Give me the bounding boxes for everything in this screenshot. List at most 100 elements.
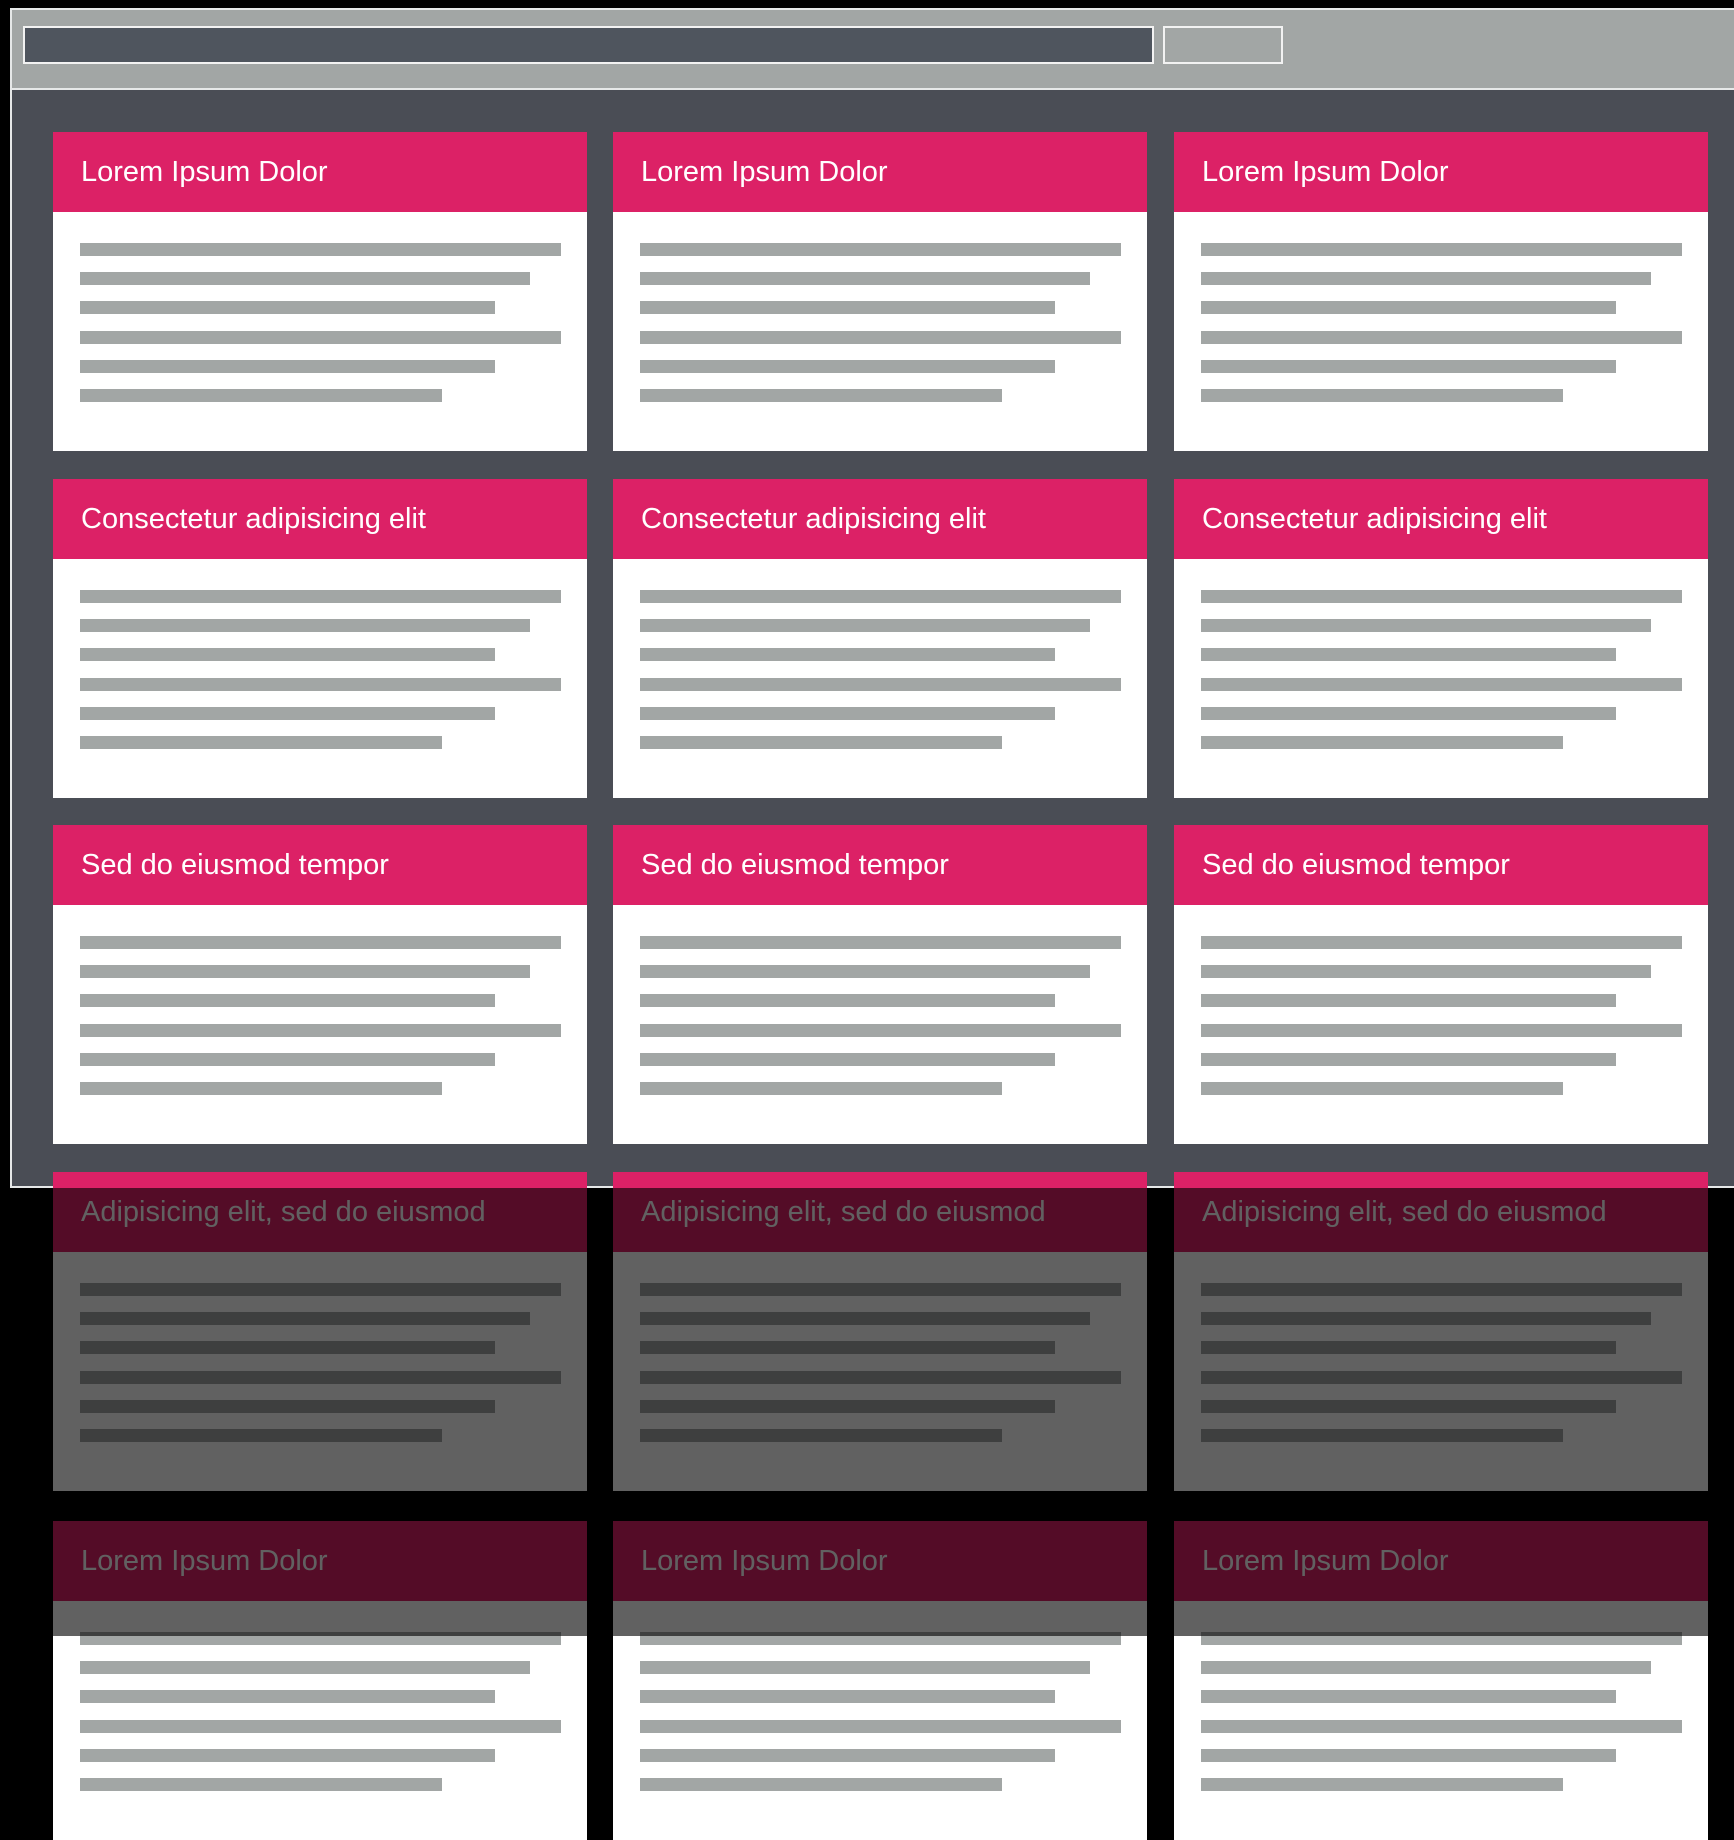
placeholder-text-line: [80, 389, 442, 402]
placeholder-text-line: [640, 619, 1090, 632]
placeholder-text-line: [640, 1778, 1002, 1791]
placeholder-text-line: [640, 1024, 1121, 1037]
card-title: Sed do eiusmod tempor: [53, 825, 587, 905]
placeholder-text-line: [1201, 1690, 1616, 1703]
content-card[interactable]: Lorem Ipsum Dolor: [1174, 132, 1708, 451]
placeholder-text-line: [80, 1053, 495, 1066]
placeholder-text-line: [80, 707, 495, 720]
card-body: [53, 559, 587, 798]
card-body: [53, 905, 587, 1144]
placeholder-text-line: [80, 1661, 530, 1674]
placeholder-text-line: [640, 936, 1121, 949]
card-title: Consectetur adipisicing elit: [53, 479, 587, 559]
placeholder-text-line: [640, 1720, 1121, 1733]
placeholder-text-line: [1201, 678, 1682, 691]
placeholder-text-line: [640, 1082, 1002, 1095]
placeholder-text-line: [640, 707, 1055, 720]
placeholder-text-line: [80, 331, 561, 344]
placeholder-text-line: [80, 648, 495, 661]
content-card[interactable]: Consectetur adipisicing elit: [1174, 479, 1708, 798]
card-body: [53, 1601, 587, 1840]
content-card[interactable]: Sed do eiusmod tempor: [613, 825, 1147, 1144]
placeholder-text-line: [80, 1082, 442, 1095]
placeholder-text-line: [640, 272, 1090, 285]
content-card[interactable]: Sed do eiusmod tempor: [1174, 825, 1708, 1144]
placeholder-text-line: [640, 994, 1055, 1007]
placeholder-text-line: [1201, 1053, 1616, 1066]
card-title: Consectetur adipisicing elit: [1174, 479, 1708, 559]
placeholder-text-line: [80, 243, 561, 256]
placeholder-text-line: [1201, 1082, 1563, 1095]
placeholder-text-line: [640, 1690, 1055, 1703]
placeholder-text-line: [1201, 272, 1651, 285]
card-body: [613, 559, 1147, 798]
placeholder-text-line: [80, 965, 530, 978]
placeholder-text-line: [1201, 1778, 1563, 1791]
placeholder-text-line: [80, 994, 495, 1007]
card-body: [1174, 1601, 1708, 1840]
placeholder-text-line: [1201, 243, 1682, 256]
placeholder-text-line: [80, 736, 442, 749]
placeholder-text-line: [640, 1749, 1055, 1762]
placeholder-text-line: [80, 619, 530, 632]
placeholder-text-line: [640, 301, 1055, 314]
card-body: [613, 1601, 1147, 1840]
content-card[interactable]: Lorem Ipsum Dolor: [53, 132, 587, 451]
placeholder-text-line: [80, 360, 495, 373]
card-body: [1174, 212, 1708, 451]
card-title: Consectetur adipisicing elit: [613, 479, 1147, 559]
placeholder-text-line: [80, 1749, 495, 1762]
card-title: Lorem Ipsum Dolor: [1174, 132, 1708, 212]
placeholder-text-line: [1201, 707, 1616, 720]
content-card[interactable]: Consectetur adipisicing elit: [613, 479, 1147, 798]
placeholder-text-line: [1201, 736, 1563, 749]
content-card[interactable]: Lorem Ipsum Dolor: [613, 132, 1147, 451]
placeholder-text-line: [640, 648, 1055, 661]
placeholder-text-line: [1201, 1024, 1682, 1037]
placeholder-text-line: [640, 965, 1090, 978]
placeholder-text-line: [80, 1720, 561, 1733]
placeholder-text-line: [80, 1690, 495, 1703]
placeholder-text-line: [640, 1053, 1055, 1066]
card-title: Sed do eiusmod tempor: [613, 825, 1147, 905]
placeholder-text-line: [80, 272, 530, 285]
placeholder-text-line: [640, 243, 1121, 256]
placeholder-text-line: [1201, 1661, 1651, 1674]
placeholder-text-line: [80, 1024, 561, 1037]
card-title: Sed do eiusmod tempor: [1174, 825, 1708, 905]
content-card[interactable]: Consectetur adipisicing elit: [53, 479, 587, 798]
placeholder-text-line: [640, 360, 1055, 373]
placeholder-text-line: [640, 590, 1121, 603]
placeholder-text-line: [1201, 331, 1682, 344]
placeholder-text-line: [1201, 590, 1682, 603]
card-body: [613, 905, 1147, 1144]
placeholder-text-line: [80, 936, 561, 949]
placeholder-text-line: [1201, 360, 1616, 373]
placeholder-text-line: [80, 1778, 442, 1791]
card-body: [1174, 905, 1708, 1144]
card-body: [53, 212, 587, 451]
placeholder-text-line: [640, 1661, 1090, 1674]
placeholder-text-line: [1201, 619, 1651, 632]
placeholder-text-line: [1201, 994, 1616, 1007]
placeholder-text-line: [640, 736, 1002, 749]
card-body: [613, 212, 1147, 451]
placeholder-text-line: [80, 678, 561, 691]
placeholder-text-line: [640, 389, 1002, 402]
card-title: Lorem Ipsum Dolor: [53, 132, 587, 212]
placeholder-text-line: [1201, 936, 1682, 949]
placeholder-text-line: [1201, 301, 1616, 314]
placeholder-text-line: [1201, 389, 1563, 402]
placeholder-text-line: [640, 678, 1121, 691]
card-body: [1174, 559, 1708, 798]
placeholder-text-line: [80, 590, 561, 603]
placeholder-text-line: [1201, 1749, 1616, 1762]
placeholder-text-line: [80, 301, 495, 314]
offscreen-fade-overlay: [0, 1188, 1734, 1636]
placeholder-text-line: [640, 331, 1121, 344]
content-card[interactable]: Sed do eiusmod tempor: [53, 825, 587, 1144]
card-title: Lorem Ipsum Dolor: [613, 132, 1147, 212]
placeholder-text-line: [1201, 648, 1616, 661]
placeholder-text-line: [1201, 1720, 1682, 1733]
placeholder-text-line: [1201, 965, 1651, 978]
